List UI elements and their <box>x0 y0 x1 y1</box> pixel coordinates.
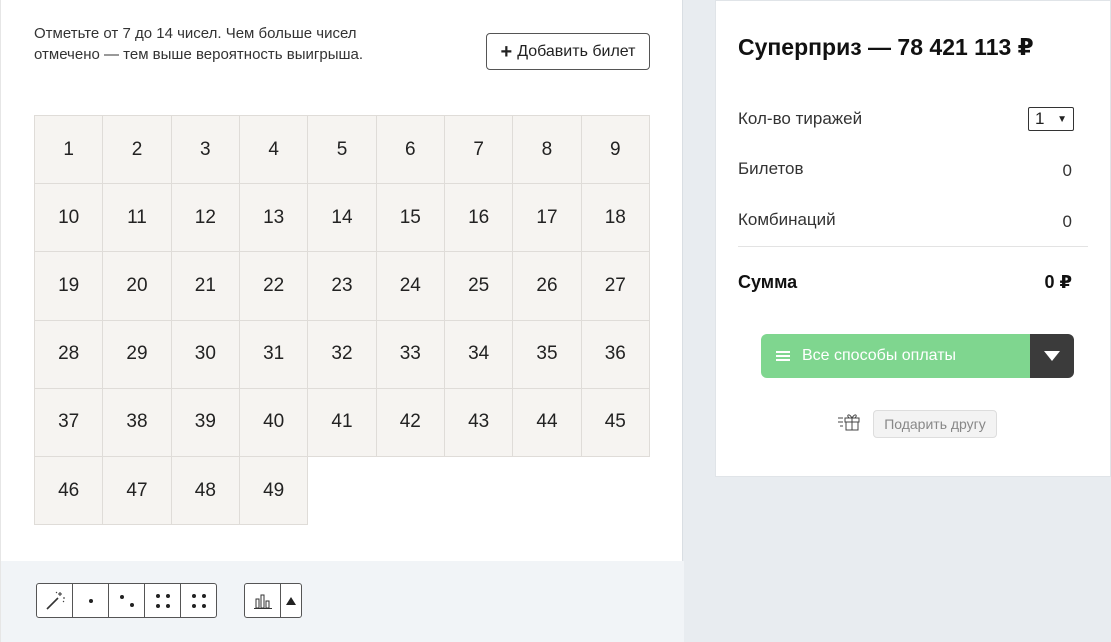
number-cell[interactable]: 46 <box>34 455 104 526</box>
number-grid: 1 2 3 4 5 6 7 8 9 10 11 12 13 14 15 16 17 18 19 20 21 22 23 24 2… <box>34 115 650 526</box>
number-cell[interactable]: 10 <box>34 183 104 253</box>
number-cell[interactable]: 22 <box>238 251 309 321</box>
pay-button-label: Все способы оплаты <box>802 347 957 364</box>
number-cell[interactable]: 44 <box>512 387 582 457</box>
number-cell[interactable]: 5 <box>307 115 377 185</box>
gift-icon <box>838 412 862 437</box>
number-cell[interactable]: 7 <box>443 115 514 185</box>
instruction-line-2: отмечено — тем выше вероятность выигрыша… <box>34 46 364 63</box>
number-cell[interactable]: 39 <box>170 387 240 457</box>
tickets-label: Билетов <box>738 159 804 178</box>
draws-value: 1 <box>1035 109 1045 128</box>
number-cell[interactable]: 43 <box>443 387 514 457</box>
number-cell[interactable]: 11 <box>102 183 172 253</box>
four-dots-alt-icon[interactable] <box>180 583 217 618</box>
number-cell[interactable]: 19 <box>34 251 104 321</box>
number-cell[interactable]: 34 <box>443 319 514 389</box>
number-cell[interactable]: 17 <box>512 183 582 253</box>
divider <box>738 246 1088 247</box>
number-cell[interactable]: 40 <box>238 387 309 457</box>
number-cell[interactable]: 36 <box>580 319 650 389</box>
number-cell[interactable]: 48 <box>170 455 240 526</box>
number-cell[interactable]: 37 <box>34 387 104 457</box>
number-cell[interactable]: 13 <box>238 183 309 253</box>
number-cell[interactable]: 32 <box>307 319 377 389</box>
number-cell[interactable]: 35 <box>512 319 582 389</box>
number-cell[interactable]: 26 <box>512 251 582 321</box>
number-cell[interactable]: 6 <box>375 115 445 185</box>
number-cell[interactable]: 42 <box>375 387 445 457</box>
gift-friend-button[interactable]: Подарить другу <box>873 410 997 438</box>
number-cell[interactable]: 23 <box>307 251 377 321</box>
draws-select[interactable]: 1 ▼ <box>1028 107 1074 131</box>
caret-down-icon: ▼ <box>1057 113 1067 125</box>
number-cell[interactable]: 21 <box>170 251 240 321</box>
number-cell[interactable]: 38 <box>102 387 172 457</box>
number-cell[interactable]: 4 <box>238 115 309 185</box>
number-cell[interactable]: 15 <box>375 183 445 253</box>
number-cell[interactable]: 14 <box>307 183 377 253</box>
number-cell[interactable]: 8 <box>512 115 582 185</box>
four-dots-icon[interactable] <box>144 583 181 618</box>
super-prize-title: Суперприз — 78 421 113 ₽ <box>738 34 1034 60</box>
number-cell[interactable]: 9 <box>580 115 650 185</box>
magic-wand-icon[interactable] <box>36 583 73 618</box>
number-cell[interactable]: 41 <box>307 387 377 457</box>
plus-icon: + <box>500 40 513 63</box>
number-cell[interactable]: 24 <box>375 251 445 321</box>
two-dots-icon[interactable] <box>108 583 145 618</box>
sum-value: 0 ₽ <box>1044 272 1072 292</box>
sum-label: Сумма <box>738 272 798 292</box>
ticket-panel: Отметьте от 7 до 14 чисел. Чем больше чи… <box>0 0 684 642</box>
number-cell[interactable]: 25 <box>443 251 514 321</box>
instruction-line-1: Отметьте от 7 до 14 чисел. Чем больше чи… <box>34 25 357 42</box>
stats-tools <box>244 583 302 618</box>
number-cell[interactable]: 33 <box>375 319 445 389</box>
number-cell[interactable]: 2 <box>102 115 172 185</box>
number-cell[interactable]: 29 <box>102 319 172 389</box>
bar-chart-icon[interactable] <box>244 583 281 618</box>
combinations-value: 0 <box>1062 212 1072 231</box>
triangle-up-icon[interactable] <box>280 583 302 618</box>
number-cell[interactable]: 20 <box>102 251 172 321</box>
number-cell[interactable]: 12 <box>170 183 240 253</box>
instruction-text: Отметьте от 7 до 14 чисел. Чем больше чи… <box>34 23 454 65</box>
number-cell[interactable]: 18 <box>580 183 650 253</box>
dot <box>88 598 93 603</box>
list-icon <box>776 351 790 361</box>
chevron-down-icon <box>1044 351 1060 361</box>
summary-panel: Суперприз — 78 421 113 ₽ Кол-во тиражей … <box>715 0 1111 477</box>
number-cell[interactable]: 27 <box>580 251 650 321</box>
draws-label: Кол-во тиражей <box>738 109 863 128</box>
add-ticket-label: Добавить билет <box>517 42 636 60</box>
pay-button[interactable]: Все способы оплаты <box>761 334 1031 378</box>
auto-pick-tools <box>36 583 217 618</box>
tickets-value: 0 <box>1062 161 1072 180</box>
number-cell[interactable]: 16 <box>443 183 514 253</box>
number-cell[interactable]: 1 <box>34 115 104 185</box>
add-ticket-button[interactable]: + Добавить билет <box>486 33 650 70</box>
number-cell[interactable]: 28 <box>34 319 104 389</box>
pay-dropdown-button[interactable] <box>1030 334 1074 378</box>
number-cell[interactable]: 45 <box>580 387 650 457</box>
combinations-label: Комбинаций <box>738 210 836 229</box>
one-dot-icon[interactable] <box>72 583 109 618</box>
number-cell[interactable]: 3 <box>170 115 240 185</box>
number-cell[interactable]: 49 <box>238 455 309 526</box>
number-cell[interactable]: 47 <box>102 455 172 526</box>
number-cell[interactable]: 30 <box>170 319 240 389</box>
number-cell[interactable]: 31 <box>238 319 309 389</box>
